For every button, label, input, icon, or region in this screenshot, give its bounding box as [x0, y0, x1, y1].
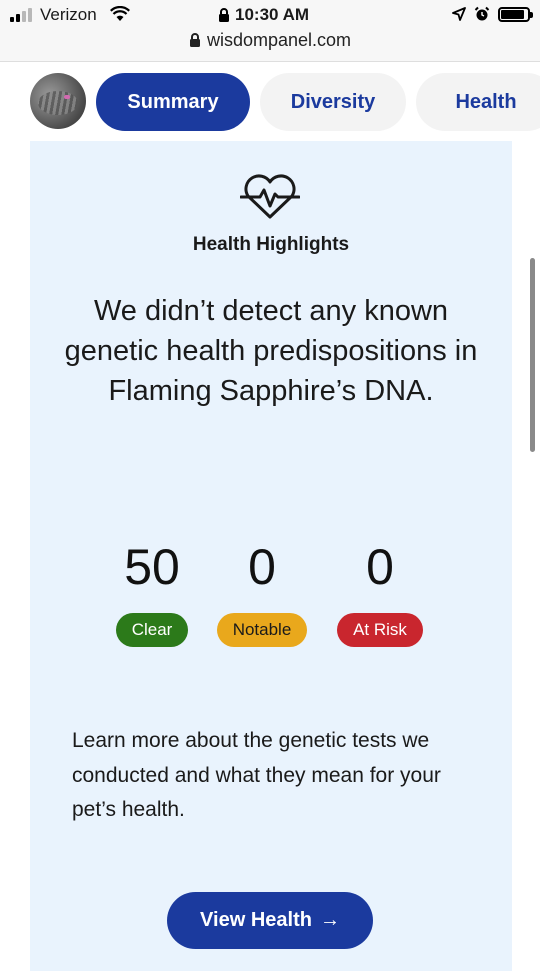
alarm-icon — [474, 6, 490, 21]
stat-notable-value: 0 — [248, 539, 276, 595]
section-tabs: Summary Diversity Health — [0, 63, 540, 141]
clear-badge: Clear — [115, 613, 189, 647]
stat-at-risk: 0 At Risk — [320, 539, 440, 647]
tab-diversity[interactable]: Diversity — [260, 73, 406, 131]
battery-icon — [498, 6, 533, 22]
notable-badge: Notable — [216, 613, 308, 647]
signal-icon — [10, 8, 32, 22]
stat-clear-value: 50 — [124, 539, 180, 595]
health-headline: We didn’t detect any known genetic healt… — [64, 295, 478, 407]
at-risk-badge: At Risk — [337, 613, 423, 647]
clock: 10:30 AM — [218, 5, 309, 25]
view-health-label: View Health — [200, 909, 312, 931]
url-text: wisdompanel.com — [206, 30, 352, 50]
health-highlights-card: Health Highlights We didn’t detect any k… — [30, 141, 512, 971]
card-title: Health Highlights — [192, 234, 350, 255]
lock-icon — [219, 7, 229, 22]
location-arrow-icon — [452, 7, 466, 21]
heart-pulse-icon — [240, 174, 300, 219]
status-bar: Verizon 10:30 AM — [0, 0, 540, 30]
view-health-button[interactable]: View Health → — [167, 892, 373, 949]
carrier-name: Verizon — [40, 5, 97, 24]
status-right — [452, 6, 533, 22]
tab-summary[interactable]: Summary — [96, 73, 250, 131]
pet-avatar[interactable] — [30, 73, 86, 129]
lock-icon — [189, 33, 200, 47]
browser-chrome: Verizon 10:30 AM wisdompanel.com — [0, 0, 540, 62]
stat-at-risk-value: 0 — [366, 539, 394, 595]
url-bar[interactable]: wisdompanel.com — [0, 30, 540, 51]
tab-health[interactable]: Health — [416, 73, 540, 131]
stat-clear: 50 Clear — [92, 539, 212, 647]
arrow-right-icon: → — [319, 909, 340, 931]
wifi-icon — [110, 6, 130, 21]
time-text: 10:30 AM — [235, 5, 310, 24]
learn-more-text: Learn more about the genetic tests we co… — [72, 729, 441, 821]
scrollbar[interactable] — [530, 258, 535, 452]
stat-notable: 0 Notable — [202, 539, 322, 647]
